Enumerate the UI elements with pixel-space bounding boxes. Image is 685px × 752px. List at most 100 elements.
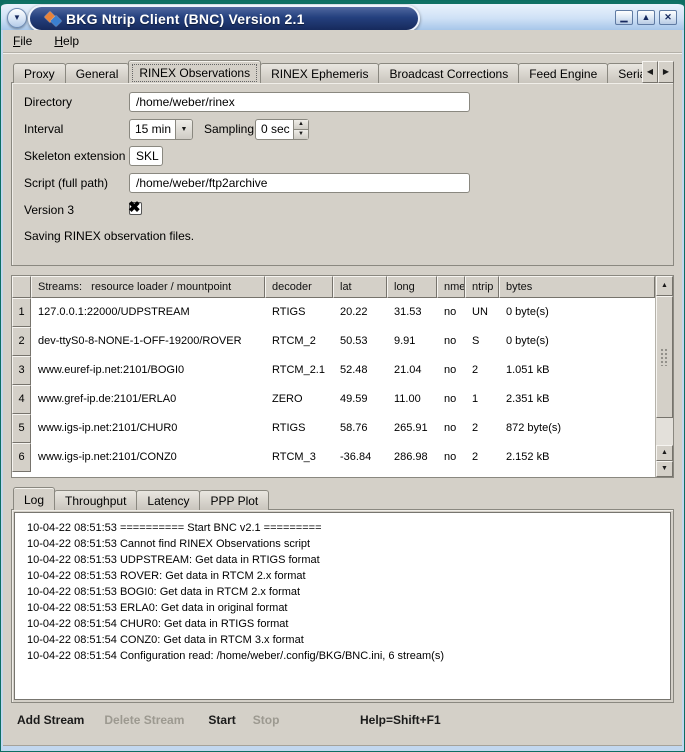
log-line: 10-04-22 08:51:53 ERLA0: Get data in ori… [27,600,670,616]
tab-scroll-right-button[interactable]: ▶ [658,61,674,83]
table-row[interactable]: 3 www.euref-ip.net:2101/BOGI0 RTCM_2.1 5… [12,356,655,385]
scrollbar-thumb[interactable] [656,296,673,418]
skeleton-extension-input[interactable]: SKL [129,146,163,166]
interval-value: 15 min [130,120,175,139]
header-nmea[interactable]: nmea [437,276,465,298]
settings-tabbar: Proxy General RINEX Observations RINEX E… [11,60,674,83]
cell-bytes: 872 byte(s) [499,414,655,443]
sampling-stepper[interactable]: 0 sec ▲ ▼ [255,119,309,140]
header-long[interactable]: long [387,276,437,298]
row-number[interactable]: 1 [12,298,31,327]
scroll-down-button[interactable]: ▼ [656,461,673,477]
tab-rinex-observations[interactable]: RINEX Observations [128,60,261,83]
row-number[interactable]: 4 [12,385,31,414]
table-scrollbar[interactable]: ▲ ▲ ▼ [655,276,673,477]
cell-nmea: no [437,327,465,356]
table-row[interactable]: 4 www.gref-ip.de:2101/ERLA0 ZERO 49.59 1… [12,385,655,414]
cell-long: 9.91 [387,327,437,356]
header-lat[interactable]: lat [333,276,387,298]
cell-ntrip: 2 [465,356,499,385]
cell-mountpoint: dev-ttyS0-8-NONE-1-OFF-19200/ROVER [31,327,265,356]
menu-help[interactable]: Help [54,34,79,48]
stop-button[interactable]: Stop [253,713,280,727]
chevron-down-icon: ▼ [181,126,188,133]
cell-long: 265.91 [387,414,437,443]
cell-nmea: no [437,385,465,414]
spin-up-button[interactable]: ▲ [294,120,308,130]
menu-file[interactable]: File [13,34,32,48]
header-decoder[interactable]: decoder [265,276,333,298]
output-tabbar: Log Throughput Latency PPP Plot [11,487,674,510]
tab-latency[interactable]: Latency [136,490,200,510]
start-button[interactable]: Start [208,713,235,727]
tab-broadcast-corrections[interactable]: Broadcast Corrections [378,63,519,83]
row-number[interactable]: 2 [12,327,31,356]
table-row[interactable]: 2 dev-ttyS0-8-NONE-1-OFF-19200/ROVER RTC… [12,327,655,356]
cell-decoder: RTIGS [265,414,333,443]
tab-feed-engine[interactable]: Feed Engine [518,63,608,83]
tab-proxy[interactable]: Proxy [13,63,66,83]
cell-bytes: 0 byte(s) [499,298,655,327]
scroll-up-button[interactable]: ▲ [656,276,673,296]
table-row[interactable]: 1 127.0.0.1:22000/UDPSTREAM RTIGS 20.22 … [12,298,655,327]
maximize-button[interactable]: ▲ [637,10,655,25]
pane-status-note: Saving RINEX observation files. [24,229,194,243]
log-textarea[interactable]: 10-04-22 08:51:53 ========== Start BNC v… [14,512,671,700]
cell-long: 11.00 [387,385,437,414]
cell-long: 21.04 [387,356,437,385]
action-bar: Add Stream Delete Stream Start Stop Help… [11,703,674,737]
arrow-up-icon: ▲ [661,282,668,289]
chevron-down-icon: ▼ [13,13,21,22]
tab-throughput[interactable]: Throughput [54,490,137,510]
interval-dropdown-button[interactable]: ▼ [175,120,192,139]
cell-lat: 50.53 [333,327,387,356]
scrollbar-track[interactable] [656,418,673,445]
row-number[interactable]: 3 [12,356,31,385]
minimize-button[interactable]: ▁ [615,10,633,25]
script-path-input[interactable]: /home/weber/ftp2archive [129,173,470,193]
tab-general[interactable]: General [65,63,130,83]
directory-label: Directory [24,92,72,112]
window-menu-button[interactable]: ▼ [7,8,27,28]
cell-long: 31.53 [387,298,437,327]
cell-bytes: 1.051 kB [499,356,655,385]
header-bytes[interactable]: bytes [499,276,655,298]
tab-log[interactable]: Log [13,487,55,510]
cell-decoder: RTCM_2.1 [265,356,333,385]
cell-lat: 52.48 [333,356,387,385]
close-button[interactable]: ✕ [659,10,677,25]
window-frame: File Help Proxy General RINEX Observatio… [1,30,684,751]
row-number[interactable]: 6 [12,443,31,472]
cell-decoder: ZERO [265,385,333,414]
row-number[interactable]: 5 [12,414,31,443]
directory-input[interactable]: /home/weber/rinex [129,92,470,112]
arrow-right-icon: ▶ [663,67,669,76]
add-stream-button[interactable]: Add Stream [17,713,84,727]
title-pill: BKG Ntrip Client (BNC) Version 2.1 [28,5,420,32]
delete-stream-button[interactable]: Delete Stream [104,713,184,727]
spin-down-button[interactable]: ▼ [294,130,308,139]
interval-label: Interval [24,119,63,139]
maximize-icon: ▲ [642,12,651,22]
table-row[interactable]: 6 www.igs-ip.net:2101/CONZ0 RTCM_3 -36.8… [12,443,655,472]
cell-mountpoint: www.igs-ip.net:2101/CONZ0 [31,443,265,472]
sampling-label: Sampling [204,119,254,139]
header-ntrip[interactable]: ntrip [465,276,499,298]
tab-scroll-left-button[interactable]: ◀ [642,61,658,83]
cell-decoder: RTCM_3 [265,443,333,472]
cell-bytes: 0 byte(s) [499,327,655,356]
skeleton-extension-label: Skeleton extension [24,146,125,166]
script-path-label: Script (full path) [24,173,108,193]
header-mountpoint[interactable]: Streams: resource loader / mountpoint [31,276,265,298]
app-window: ▼ BKG Ntrip Client (BNC) Version 2.1 ▁ ▲… [0,0,685,752]
interval-select[interactable]: 15 min ▼ [129,119,193,140]
scroll-up-button-bottom[interactable]: ▲ [656,445,673,461]
log-line: 10-04-22 08:51:54 Configuration read: /h… [27,648,670,664]
tab-rinex-ephemeris[interactable]: RINEX Ephemeris [260,63,379,83]
arrow-down-icon: ▼ [661,465,668,472]
cell-long: 286.98 [387,443,437,472]
titlebar: ▼ BKG Ntrip Client (BNC) Version 2.1 ▁ ▲… [1,1,684,30]
version3-checkbox[interactable]: ✖ [129,202,142,215]
tab-ppp-plot[interactable]: PPP Plot [199,490,269,510]
table-row[interactable]: 5 www.igs-ip.net:2101/CHUR0 RTIGS 58.76 … [12,414,655,443]
